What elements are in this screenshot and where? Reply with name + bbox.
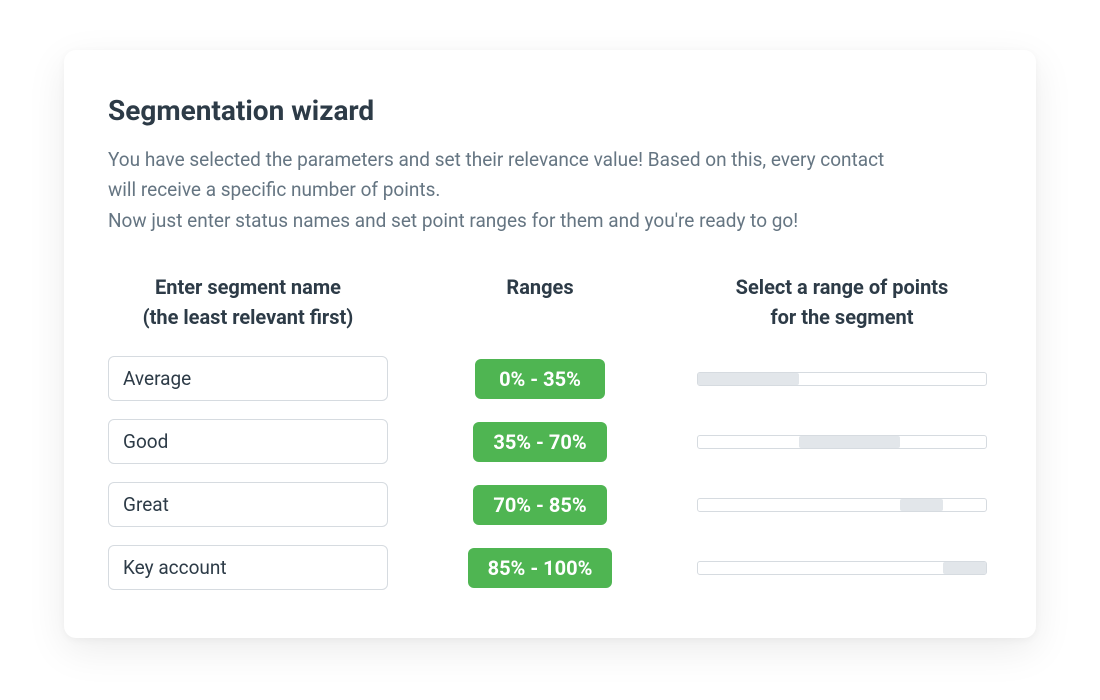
slider-wrap bbox=[692, 372, 992, 386]
description-line-2: Now just enter status names and set poin… bbox=[108, 209, 798, 232]
column-header-name: Enter segment name (the least relevant f… bbox=[108, 272, 388, 332]
column-header-name-line2: (the least relevant first) bbox=[143, 305, 354, 329]
segment-row: 35% - 70% bbox=[108, 419, 992, 464]
segment-name-input[interactable] bbox=[108, 545, 388, 590]
range-badge-wrap: 0% - 35% bbox=[408, 359, 672, 399]
range-slider[interactable] bbox=[697, 372, 987, 386]
slider-wrap bbox=[692, 561, 992, 575]
column-header-ranges: Ranges bbox=[408, 272, 672, 302]
column-header-points: Select a range of points for the segment bbox=[692, 272, 992, 332]
range-badge-wrap: 85% - 100% bbox=[408, 548, 672, 588]
range-badge: 35% - 70% bbox=[473, 422, 606, 462]
range-slider[interactable] bbox=[697, 561, 987, 575]
slider-wrap bbox=[692, 435, 992, 449]
range-slider-fill bbox=[943, 562, 986, 574]
segment-row: 85% - 100% bbox=[108, 545, 992, 590]
range-badge-wrap: 70% - 85% bbox=[408, 485, 672, 525]
description-line-1: You have selected the parameters and set… bbox=[108, 148, 884, 201]
segment-row: 0% - 35% bbox=[108, 356, 992, 401]
segment-name-input[interactable] bbox=[108, 356, 388, 401]
segmentation-wizard-card: Segmentation wizard You have selected th… bbox=[64, 50, 1036, 638]
segment-row: 70% - 85% bbox=[108, 482, 992, 527]
slider-wrap bbox=[692, 498, 992, 512]
segment-name-input[interactable] bbox=[108, 482, 388, 527]
page-title: Segmentation wizard bbox=[108, 94, 992, 127]
range-badge: 85% - 100% bbox=[468, 548, 613, 588]
segment-rows: 0% - 35% 35% - 70% 70% - 85% bbox=[108, 356, 992, 590]
segment-name-input[interactable] bbox=[108, 419, 388, 464]
page-description: You have selected the parameters and set… bbox=[108, 145, 898, 236]
range-slider[interactable] bbox=[697, 498, 987, 512]
range-slider-fill bbox=[799, 436, 900, 448]
columns-header: Enter segment name (the least relevant f… bbox=[108, 272, 992, 332]
range-badge-wrap: 35% - 70% bbox=[408, 422, 672, 462]
range-slider-fill bbox=[698, 373, 799, 385]
range-badge: 0% - 35% bbox=[475, 359, 605, 399]
column-header-points-line1: Select a range of points bbox=[736, 275, 949, 299]
range-slider-fill bbox=[900, 499, 943, 511]
range-slider[interactable] bbox=[697, 435, 987, 449]
column-header-points-line2: for the segment bbox=[770, 305, 913, 329]
range-badge: 70% - 85% bbox=[473, 485, 606, 525]
column-header-name-line1: Enter segment name bbox=[155, 275, 341, 299]
